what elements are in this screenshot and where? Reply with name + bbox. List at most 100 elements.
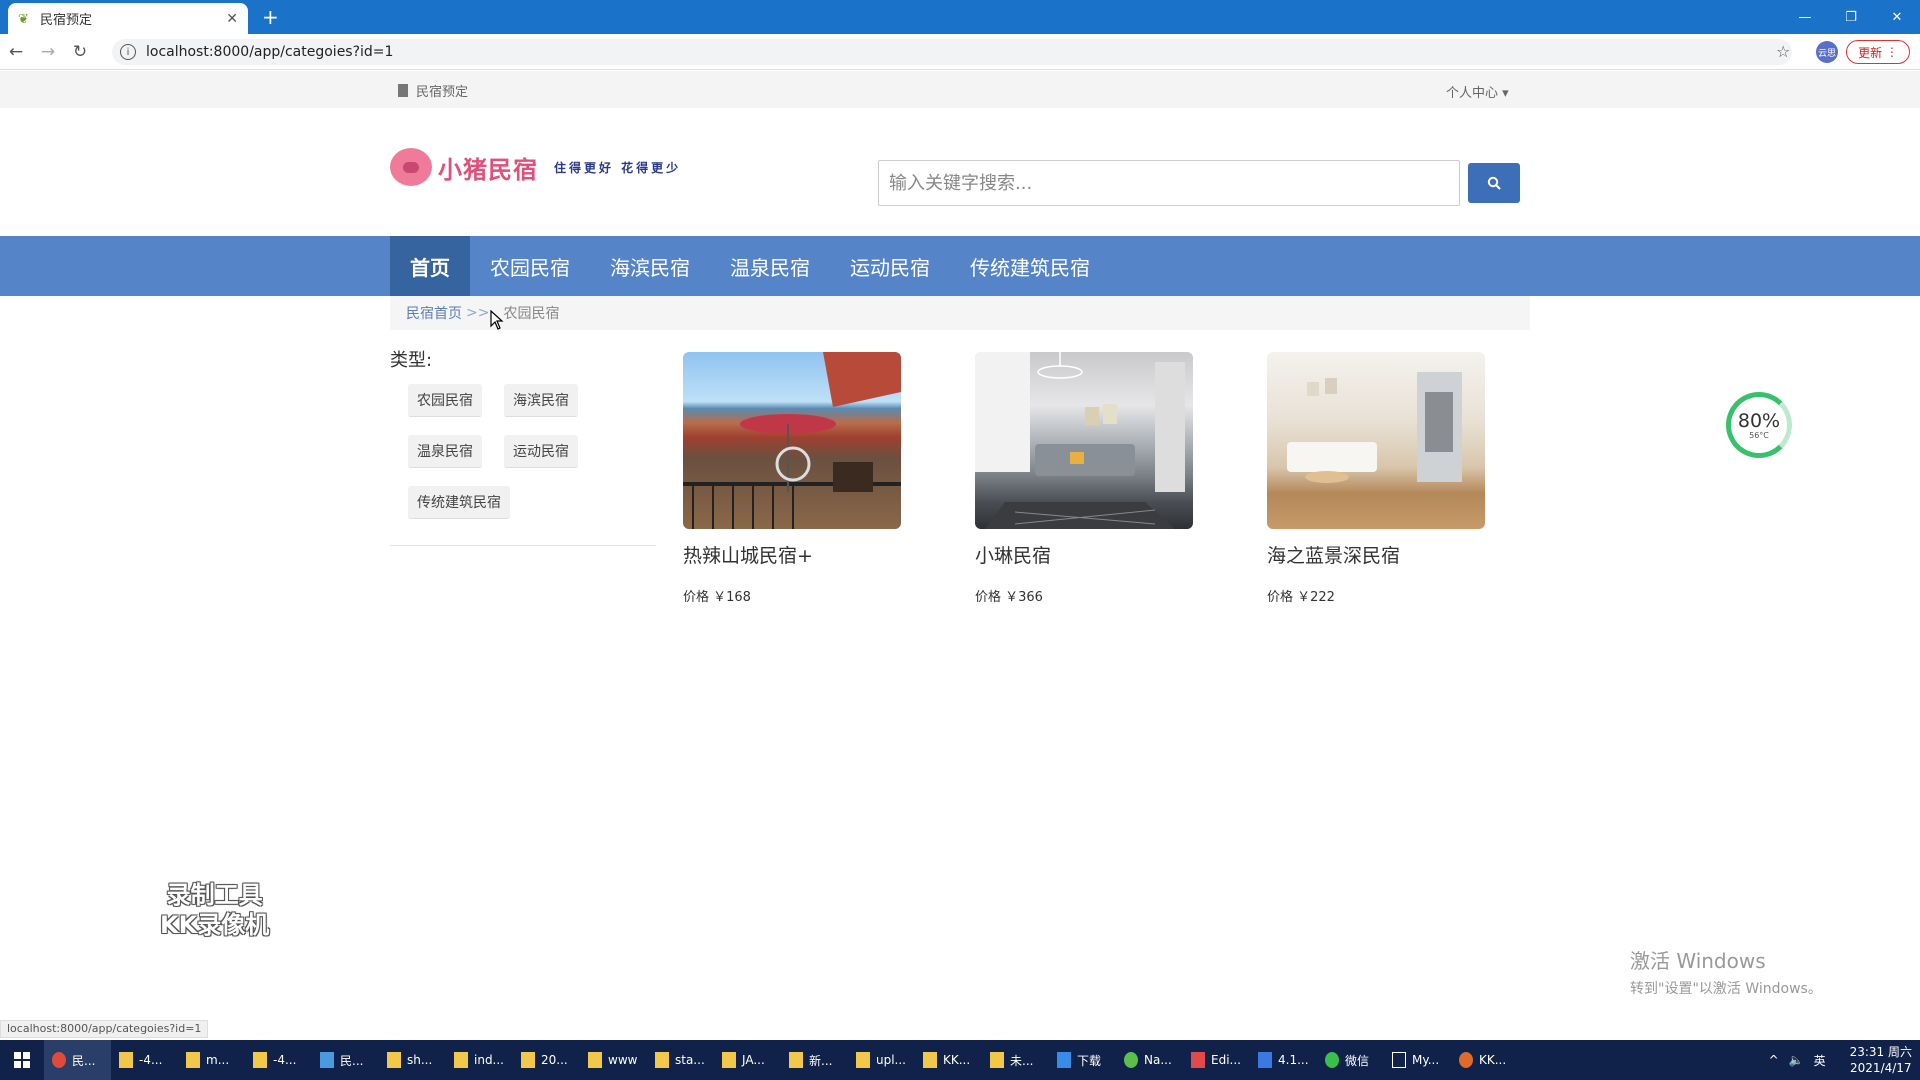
listing-photo[interactable] (683, 352, 901, 529)
start-button[interactable] (0, 1040, 44, 1080)
folder-icon (588, 1052, 602, 1068)
taskbar-item[interactable]: 民... (44, 1040, 111, 1080)
nav-item-home[interactable]: 首页 (390, 236, 470, 296)
category-tag[interactable]: 海滨民宿 (504, 384, 578, 417)
taskbar-item[interactable]: JA... (714, 1040, 781, 1080)
taskbar-label: 新... (809, 1053, 833, 1068)
taskbar-item[interactable]: KK... (915, 1040, 982, 1080)
leaf-favicon-icon: ❦ (18, 11, 29, 27)
taskbar-label: 微信 (1345, 1053, 1370, 1068)
wechat-icon (1325, 1052, 1339, 1068)
site-brand[interactable]: 民宿预定 (398, 81, 468, 100)
logo-slogan: 住得更好 花得更少 (554, 160, 682, 175)
volume-icon[interactable]: 🔈 (1789, 1053, 1804, 1067)
taskbar-label: KK... (1479, 1053, 1507, 1067)
taskbar-label: 下载 (1077, 1053, 1102, 1068)
forward-arrow-icon[interactable]: → (32, 42, 64, 62)
back-arrow-icon[interactable]: ← (0, 42, 32, 62)
pig-logo-icon (390, 148, 432, 186)
new-tab-icon[interactable]: + (262, 6, 279, 28)
folder-icon (722, 1052, 736, 1068)
taskbar-item[interactable]: www (580, 1040, 647, 1080)
taskbar-label: KK... (943, 1053, 971, 1067)
taskbar-label: -4... (139, 1053, 163, 1067)
category-tag[interactable]: 温泉民宿 (408, 435, 482, 468)
nav-item-farm[interactable]: 农园民宿 (470, 236, 590, 296)
category-tag[interactable]: 农园民宿 (408, 384, 482, 417)
system-tray: ^ 🔈 英 23:31 周六 2021/4/17 (1769, 1040, 1912, 1080)
taskbar-item[interactable]: ind... (446, 1040, 513, 1080)
ime-indicator[interactable]: 英 (1814, 1052, 1826, 1069)
vscode-icon (1258, 1052, 1272, 1068)
close-window-icon[interactable]: ✕ (1874, 0, 1920, 34)
taskbar-item[interactable]: Edi... (1183, 1040, 1250, 1080)
taskbar-item[interactable]: KK... (1451, 1040, 1518, 1080)
reload-icon[interactable]: ↻ (64, 42, 96, 62)
listing-title[interactable]: 小琳民宿 (975, 541, 1193, 568)
download-icon (1057, 1052, 1071, 1068)
taskbar-label: upl... (876, 1053, 906, 1067)
taskbar-item[interactable]: upl... (848, 1040, 915, 1080)
listing-photo[interactable] (1267, 352, 1485, 529)
search-button[interactable] (1468, 163, 1520, 203)
info-icon[interactable]: i (120, 44, 136, 60)
taskbar-item[interactable]: 下载 (1049, 1040, 1116, 1080)
minimize-icon[interactable]: — (1782, 0, 1828, 34)
breadcrumb-separator: >> (466, 305, 490, 321)
listing-photo[interactable] (975, 352, 1193, 529)
nav-item-traditional[interactable]: 传统建筑民宿 (950, 236, 1110, 296)
restore-icon[interactable]: ❐ (1828, 0, 1874, 34)
profile-avatar[interactable]: 云思 (1816, 41, 1838, 63)
listing-card[interactable]: 热辣山城民宿+ 价格 ￥168 (683, 352, 901, 605)
windows-taskbar: 民... -4... m... -4... 民... sh... ind... … (0, 1040, 1920, 1080)
taskbar-item[interactable]: 20... (513, 1040, 580, 1080)
bookmark-star-icon[interactable]: ☆ (1776, 42, 1790, 61)
taskbar-item[interactable]: -4... (111, 1040, 178, 1080)
address-bar-row: ← → ↻ i localhost:8000/app/categoies?id=… (0, 34, 1920, 70)
recorder-icon (1459, 1052, 1473, 1068)
category-tag[interactable]: 运动民宿 (504, 435, 578, 468)
category-tag[interactable]: 传统建筑民宿 (408, 486, 510, 519)
user-center-dropdown[interactable]: 个人中心 ▾ (1446, 82, 1509, 101)
site-logo[interactable]: 小猪民宿 住得更好 花得更少 (390, 148, 681, 186)
listing-card[interactable]: 海之蓝景深民宿 价格 ￥222 (1267, 352, 1485, 605)
nav-item-hotspring[interactable]: 温泉民宿 (710, 236, 830, 296)
close-tab-icon[interactable]: ✕ (226, 11, 238, 27)
taskbar-item[interactable]: 4.1... (1250, 1040, 1317, 1080)
cpu-gauge-widget[interactable]: 80% 56°C (1726, 392, 1792, 458)
folder-icon (789, 1052, 803, 1068)
url-field[interactable]: i localhost:8000/app/categoies?id=1 (112, 39, 1792, 65)
taskbar-item[interactable]: -4... (245, 1040, 312, 1080)
taskbar-label: -4... (273, 1053, 297, 1067)
listing-title[interactable]: 热辣山城民宿+ (683, 541, 901, 568)
activation-subtitle: 转到"设置"以激活 Windows。 (1630, 981, 1822, 997)
breadcrumb-current: 农园民宿 (503, 306, 560, 322)
listing-price: 价格 ￥366 (975, 590, 1043, 605)
search-input[interactable] (878, 160, 1460, 206)
listing-title[interactable]: 海之蓝景深民宿 (1267, 541, 1485, 568)
breadcrumb-home-link[interactable]: 民宿首页 (406, 303, 462, 323)
clock[interactable]: 23:31 周六 2021/4/17 (1850, 1044, 1912, 1076)
tab-title: 民宿预定 (40, 13, 93, 28)
watermark-line: 录制工具 (166, 881, 263, 909)
nav-item-sports[interactable]: 运动民宿 (830, 236, 950, 296)
taskbar-item[interactable]: m... (178, 1040, 245, 1080)
folder-icon (990, 1052, 1004, 1068)
tray-chevron-icon[interactable]: ^ (1769, 1053, 1779, 1067)
category-sidebar: 类型: 农园民宿 海滨民宿 温泉民宿 运动民宿 传统建筑民宿 (390, 346, 656, 546)
taskbar-item[interactable]: sta... (647, 1040, 714, 1080)
taskbar-item[interactable]: 民... (312, 1040, 379, 1080)
taskbar-item[interactable]: Na... (1116, 1040, 1183, 1080)
taskbar-item[interactable]: sh... (379, 1040, 446, 1080)
taskbar-item[interactable]: 微信 (1317, 1040, 1384, 1080)
browser-tab[interactable]: ❦ 民宿预定 ✕ (8, 3, 248, 34)
taskbar-item[interactable]: 新... (781, 1040, 848, 1080)
nav-item-seaside[interactable]: 海滨民宿 (590, 236, 710, 296)
taskbar-label: 4.1... (1278, 1053, 1309, 1067)
taskbar-item[interactable]: 未... (982, 1040, 1049, 1080)
chrome-icon (52, 1052, 66, 1068)
taskbar-label: 民... (72, 1053, 96, 1068)
listing-card[interactable]: 小琳民宿 价格 ￥366 (975, 352, 1193, 605)
taskbar-item[interactable]: My... (1384, 1040, 1451, 1080)
update-button[interactable]: 更新 ⋮ (1846, 40, 1910, 64)
